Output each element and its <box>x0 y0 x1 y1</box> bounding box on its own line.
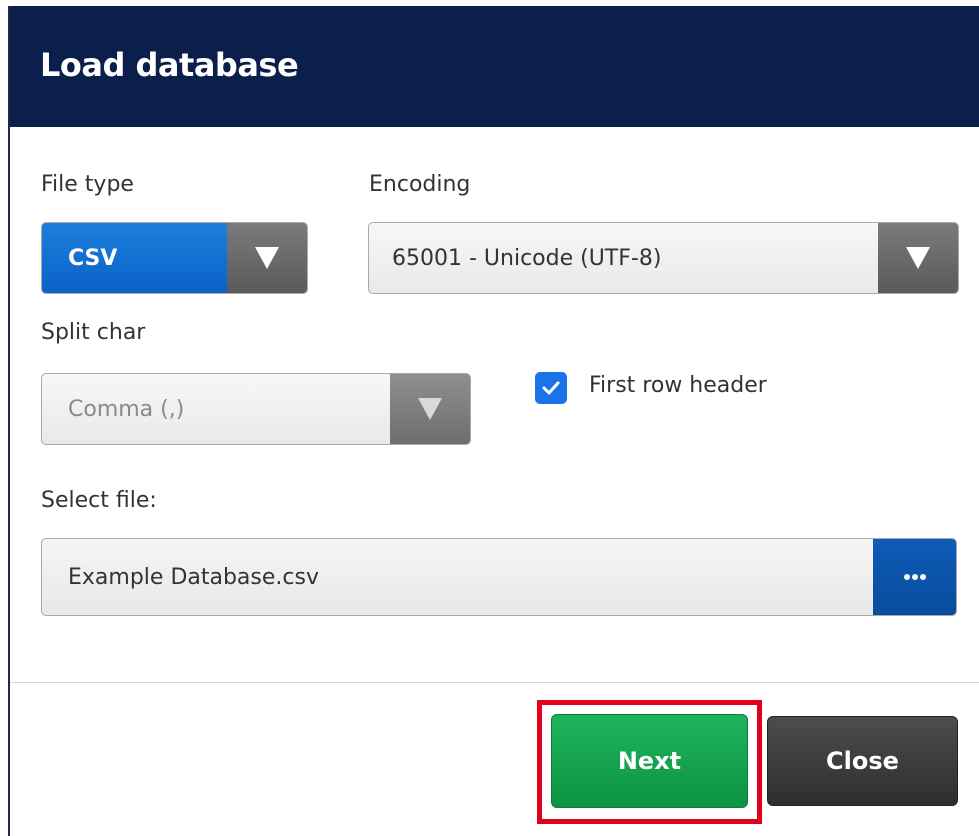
file-type-select[interactable]: CSV <box>41 222 308 294</box>
chevron-down-icon <box>418 398 442 420</box>
encoding-value: 65001 - Unicode (UTF-8) <box>392 245 662 271</box>
encoding-label: Encoding <box>369 172 471 197</box>
file-type-label: File type <box>41 172 134 197</box>
file-type-dropdown-button[interactable] <box>227 223 307 293</box>
chevron-down-icon <box>906 247 930 269</box>
dialog-title: Load database <box>40 46 299 84</box>
first-row-header-checkbox[interactable] <box>535 372 567 404</box>
split-char-label: Split char <box>41 320 146 345</box>
first-row-header-label: First row header <box>589 372 767 398</box>
encoding-dropdown-button[interactable] <box>878 223 958 293</box>
encoding-select[interactable]: 65001 - Unicode (UTF-8) <box>368 222 959 294</box>
browse-button[interactable] <box>873 539 956 615</box>
split-char-value: Comma (,) <box>68 396 185 422</box>
footer-divider <box>10 682 979 683</box>
dialog-header: Load database <box>10 6 979 127</box>
select-file-label: Select file: <box>41 488 157 513</box>
next-button[interactable]: Next <box>551 714 748 808</box>
split-char-select: Comma (,) <box>41 373 471 445</box>
close-button[interactable]: Close <box>767 716 958 806</box>
chevron-down-icon <box>255 247 279 269</box>
select-file-field[interactable]: Example Database.csv <box>41 538 957 616</box>
file-type-value: CSV <box>68 245 118 271</box>
first-row-header-option[interactable]: First row header <box>535 372 767 404</box>
more-horizontal-icon <box>903 574 926 580</box>
check-icon <box>542 381 560 395</box>
split-char-dropdown-button <box>390 374 470 444</box>
load-database-dialog: Load database File type CSV Encoding 650… <box>8 6 979 836</box>
select-file-value: Example Database.csv <box>68 564 319 590</box>
